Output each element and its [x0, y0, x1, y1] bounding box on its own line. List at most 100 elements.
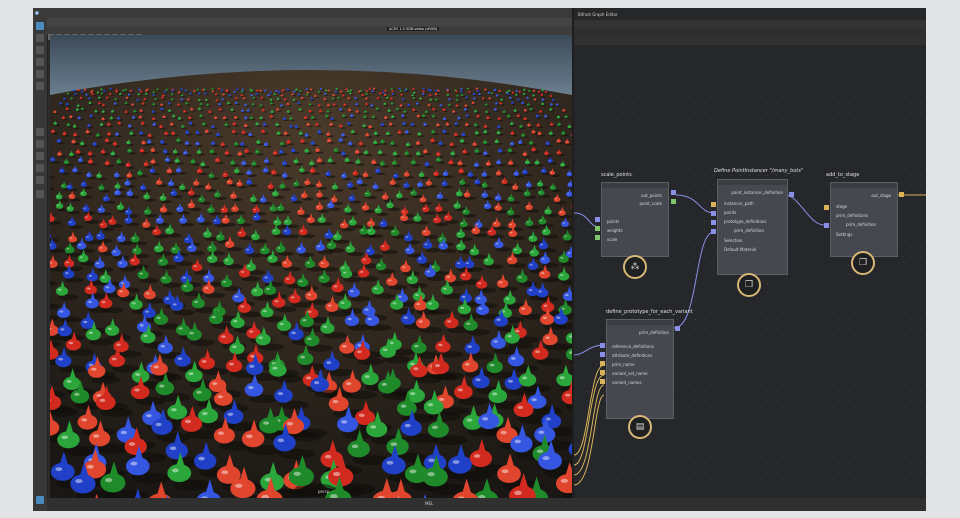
layout-four-icon[interactable] — [36, 140, 44, 148]
command-language-label[interactable]: MEL — [425, 501, 433, 506]
robot-highlight — [261, 198, 263, 200]
rotate-tool-icon[interactable] — [36, 70, 44, 78]
mel-badge-icon[interactable] — [36, 496, 44, 504]
robot-body — [375, 107, 379, 111]
robot-highlight — [443, 118, 445, 119]
robot-highlight — [567, 173, 570, 175]
socket-variant-set-name[interactable] — [600, 370, 605, 375]
robot-highlight — [223, 219, 226, 221]
robot-body — [210, 141, 216, 146]
robot-body — [410, 190, 417, 196]
robot-body — [159, 207, 168, 213]
scale-tool-icon[interactable] — [36, 82, 44, 90]
socket-weights[interactable] — [595, 226, 600, 231]
socket-point-instancer-definition[interactable] — [789, 192, 794, 197]
robot-body — [512, 185, 519, 190]
robot-body — [125, 163, 131, 168]
bifrost-graph-editor: Bifrost Graph Editor Graph Edit Display … — [574, 8, 926, 498]
robot-highlight — [454, 133, 456, 135]
robot-body — [68, 235, 78, 243]
robot-highlight — [436, 124, 438, 126]
robot-highlight — [99, 246, 103, 249]
socket-stage[interactable] — [824, 205, 829, 210]
robot-body — [522, 170, 528, 175]
robot-body — [138, 116, 142, 119]
section-settings[interactable]: Settings — [836, 232, 852, 237]
robot-body — [255, 333, 271, 346]
socket-prim-name[interactable] — [600, 361, 605, 366]
robot-body — [152, 228, 161, 236]
robot-body — [57, 152, 62, 156]
define-prototype-node[interactable]: prim_definition reference_definitions at… — [606, 319, 674, 419]
section-selection[interactable]: Selection — [724, 238, 742, 243]
robot-highlight — [300, 169, 302, 171]
robot-highlight — [409, 392, 416, 396]
robot-body — [286, 88, 289, 91]
robot-highlight — [485, 259, 489, 262]
search-icon[interactable] — [36, 190, 44, 198]
robot-highlight — [171, 408, 177, 412]
socket-scale[interactable] — [595, 235, 600, 240]
socket-attribute-definitions[interactable] — [600, 352, 605, 357]
layout-stack-icon[interactable] — [36, 164, 44, 172]
socket-variant-names[interactable] — [600, 379, 605, 384]
socket-out-stage[interactable] — [899, 192, 904, 197]
socket-out-points[interactable] — [671, 190, 676, 195]
paint-tool-icon[interactable] — [36, 46, 44, 54]
robot-body — [521, 101, 524, 104]
robot-highlight — [334, 149, 336, 151]
3d-viewport[interactable]: persp — [50, 35, 572, 498]
socket-points[interactable] — [595, 217, 600, 222]
robot-highlight — [345, 208, 348, 210]
scatter-points-icon[interactable]: ⁂ — [623, 255, 647, 279]
usd-instancer-icon[interactable]: ❒ — [737, 273, 761, 297]
define-pointinstancer-node[interactable]: point_instancer_definition instancer_pat… — [717, 179, 788, 275]
robot-highlight — [527, 124, 529, 126]
robot-body — [169, 123, 174, 126]
robot-body — [549, 185, 556, 191]
robot-body — [371, 115, 375, 119]
robot-highlight — [317, 245, 321, 248]
robot-body — [373, 140, 378, 145]
robot-body — [550, 103, 553, 106]
socket-instancer-path[interactable] — [711, 202, 716, 207]
lasso-tool-icon[interactable] — [36, 34, 44, 42]
socket-point-scale[interactable] — [671, 199, 676, 204]
robot-body — [442, 117, 446, 121]
robot-highlight — [495, 206, 498, 208]
robot-body — [269, 91, 272, 94]
robot-body — [354, 150, 360, 154]
usd-stage-icon[interactable]: ❒ — [851, 251, 875, 275]
node-graph-canvas[interactable]: scale_points out_points point_scale poin… — [574, 45, 926, 498]
robot-highlight — [368, 230, 371, 232]
move-tool-icon[interactable] — [36, 58, 44, 66]
add-to-stage-node[interactable]: out_stage stage prim_definitions prim_de… — [830, 182, 898, 257]
scale-points-node[interactable]: out_points point_scale points weights sc… — [601, 182, 669, 257]
robot-body — [230, 317, 245, 329]
socket-prim-definition-out[interactable] — [675, 326, 680, 331]
layout-single-icon[interactable] — [36, 128, 44, 136]
robot-body — [395, 193, 403, 199]
layout-outliner-icon[interactable] — [36, 176, 44, 184]
port-points: points — [724, 210, 737, 215]
robot-highlight — [462, 273, 466, 276]
socket-reference-definitions[interactable] — [600, 343, 605, 348]
robot-highlight — [531, 398, 537, 402]
prototype-icon[interactable]: ▤ — [628, 415, 652, 439]
socket-prim-definition[interactable] — [711, 229, 716, 234]
section-default-material[interactable]: Default Material — [724, 247, 756, 252]
robot-highlight — [144, 195, 147, 197]
robot-body — [244, 149, 249, 154]
socket-prim-definition-in[interactable] — [824, 223, 829, 228]
select-tool-icon[interactable] — [36, 22, 44, 30]
socket-prototype-definitions[interactable] — [711, 220, 716, 225]
robot-body — [411, 341, 427, 354]
robot-highlight — [402, 123, 404, 124]
color-space-readout[interactable]: ACES 1.0 SDR-video (sRGB) — [387, 27, 440, 31]
robot-body — [164, 158, 170, 162]
layout-side-icon[interactable] — [36, 152, 44, 160]
robot-body — [529, 141, 534, 145]
socket-points-in[interactable] — [711, 211, 716, 216]
robot-body — [371, 285, 384, 295]
robot-highlight — [328, 204, 331, 206]
